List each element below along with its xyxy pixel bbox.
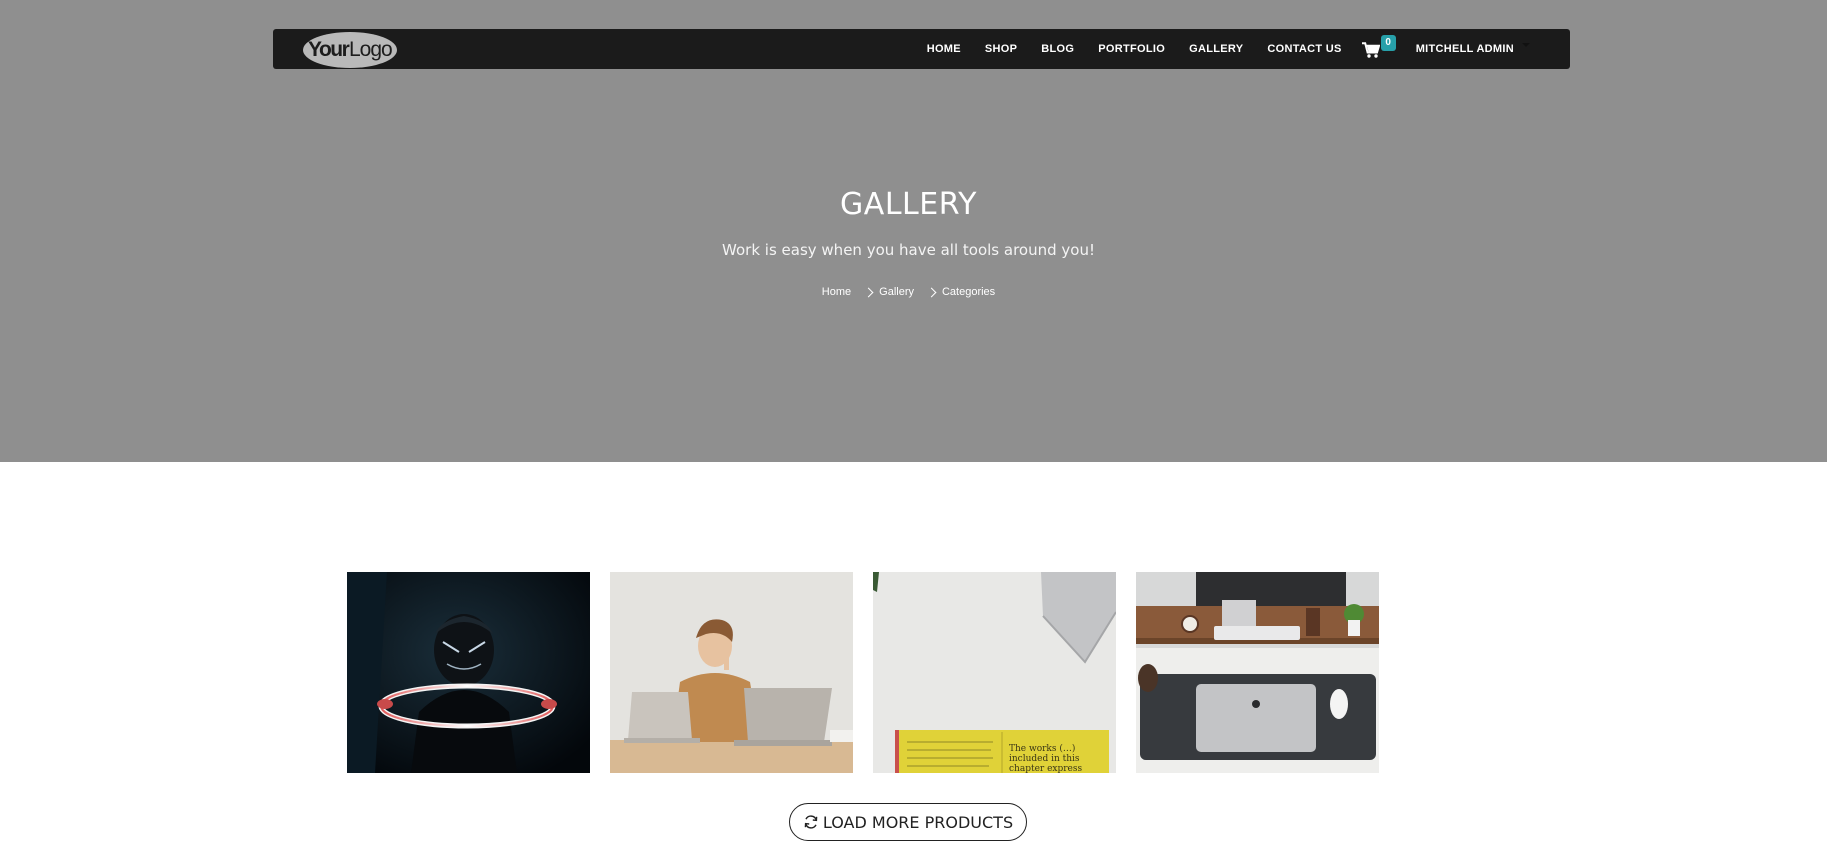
chevron-down-icon (1522, 43, 1530, 47)
site-logo[interactable]: Your Logo (302, 30, 398, 68)
user-name: MITCHELL ADMIN (1415, 43, 1514, 55)
breadcrumb-home[interactable]: Home (822, 286, 851, 298)
chevron-right-icon (926, 287, 937, 297)
gallery-image-1[interactable] (347, 572, 590, 773)
desk-setup-with-laptop-photo (1136, 572, 1379, 773)
top-navbar: Your Logo HOME SHOP BLOG PORTFOLIO GALLE… (273, 29, 1570, 69)
nav-portfolio[interactable]: PORTFOLIO (1098, 43, 1165, 55)
nav-gallery[interactable]: GALLERY (1189, 43, 1243, 55)
load-more-button[interactable]: LOAD MORE PRODUCTS (789, 803, 1027, 841)
breadcrumb: Home Gallery Categories (0, 286, 1817, 298)
desk-with-yellow-book-photo: The works (…) included in this chapter e… (873, 572, 1116, 773)
page-title: GALLERY (840, 187, 977, 222)
breadcrumb-categories: Categories (941, 286, 996, 298)
person-with-light-ring-photo (347, 572, 590, 773)
user-menu[interactable]: MITCHELL ADMIN (1416, 43, 1530, 55)
svg-text:The works (…) included: The works (…) included in this chapter e… (1009, 743, 1082, 773)
svg-text:Your: Your (308, 38, 350, 61)
gallery-grid: The works (…) included in this chapter e… (347, 572, 1379, 773)
nav-shop[interactable]: SHOP (985, 43, 1017, 55)
gallery-image-3[interactable]: The works (…) included in this chapter e… (873, 572, 1116, 773)
breadcrumb-gallery[interactable]: Gallery (879, 286, 914, 298)
cart-count-badge: 0 (1380, 35, 1396, 51)
nav-contact-us[interactable]: CONTACT US (1267, 43, 1341, 55)
nav-home[interactable]: HOME (927, 43, 961, 55)
load-more-label: LOAD MORE PRODUCTS (822, 812, 1014, 832)
gallery-image-4[interactable] (1136, 572, 1379, 773)
nav-blog[interactable]: BLOG (1041, 43, 1074, 55)
cart-button[interactable]: 0 (1361, 29, 1396, 69)
hero-banner: Your Logo HOME SHOP BLOG PORTFOLIO GALLE… (0, 0, 1827, 462)
shopping-cart-icon (1361, 42, 1380, 58)
gallery-image-2[interactable] (610, 572, 853, 773)
man-with-laptops-photo (610, 572, 853, 773)
chevron-right-icon (863, 287, 874, 297)
svg-text:Logo: Logo (349, 38, 392, 61)
refresh-icon (803, 814, 819, 830)
main-nav: HOME SHOP BLOG PORTFOLIO GALLERY CONTACT… (927, 29, 1530, 69)
page-subtitle: Work is easy when you have all tools aro… (722, 241, 1095, 259)
